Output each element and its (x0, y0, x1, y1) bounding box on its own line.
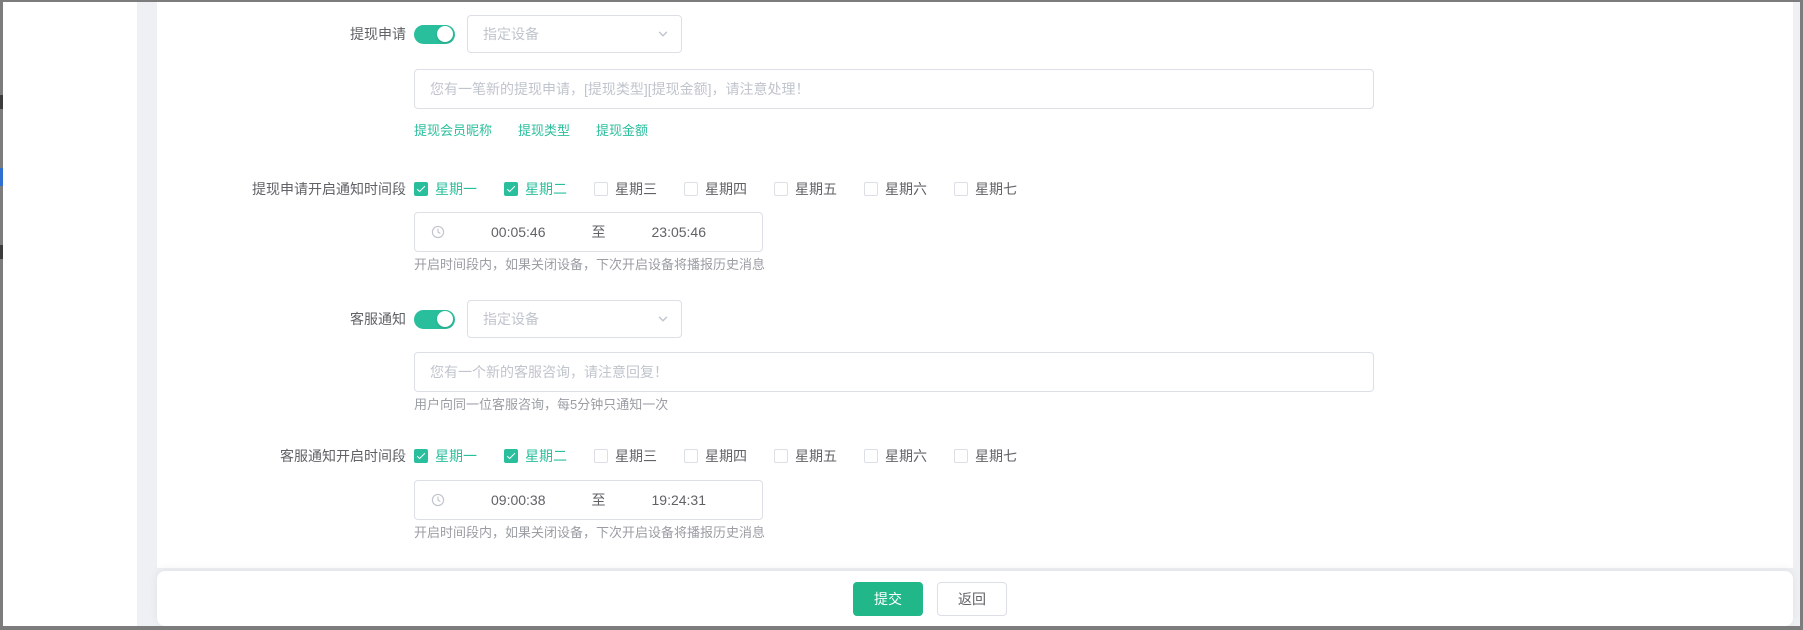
weekday-label: 星期一 (435, 446, 477, 466)
weekday-checkbox-group: 星期一 星期二 星期三 (414, 179, 1044, 199)
weekday-label: 星期二 (525, 446, 567, 466)
service-schedule-label: 客服通知开启时间段 (157, 446, 406, 466)
weekday-label: 星期四 (705, 446, 747, 466)
weekday-checkbox[interactable]: 星期三 (594, 446, 657, 466)
time-end-value[interactable]: 23:05:46 (606, 224, 753, 240)
toggle-knob-icon (437, 26, 453, 42)
service-schedule-row: 客服通知开启时间段 星期一 星期二 (157, 446, 1793, 465)
form-footer-bar: 提交 返回 (157, 571, 1793, 626)
time-separator: 至 (592, 222, 606, 242)
checkbox-icon (954, 449, 968, 463)
weekday-label: 星期六 (885, 179, 927, 199)
weekday-label: 星期五 (795, 446, 837, 466)
withdraw-time-range-picker[interactable]: 00:05:46 至 23:05:46 (414, 212, 763, 252)
settings-form: 提现申请 指定设备 提现会员昵称 提现类型 (157, 2, 1793, 540)
checkbox-icon (594, 182, 608, 196)
withdraw-message-input[interactable] (414, 69, 1374, 109)
weekday-label: 星期五 (795, 179, 837, 199)
weekday-checkbox[interactable]: 星期七 (954, 446, 1017, 466)
withdraw-variable-links: 提现会员昵称 提现类型 提现金额 (414, 121, 1793, 137)
service-notice-label: 客服通知 (157, 309, 406, 329)
checkbox-icon (594, 449, 608, 463)
weekday-label: 星期一 (435, 179, 477, 199)
toggle-knob-icon (437, 311, 453, 327)
clock-icon (431, 493, 445, 507)
weekday-checkbox[interactable]: 星期二 (504, 446, 567, 466)
checkbox-icon (504, 182, 518, 196)
checkbox-icon (414, 449, 428, 463)
insert-variable-link[interactable]: 提现金额 (596, 120, 648, 139)
service-notice-hint: 用户向同一位客服咨询，每5分钟只通知一次 (414, 397, 1793, 412)
checkbox-icon (504, 449, 518, 463)
withdraw-schedule-hint: 开启时间段内，如果关闭设备，下次开启设备将播报历史消息 (414, 257, 1793, 272)
browser-viewport: 提现申请 指定设备 提现会员昵称 提现类型 (3, 2, 1800, 626)
weekday-checkbox[interactable]: 星期三 (594, 179, 657, 199)
service-notice-row: 客服通知 指定设备 (157, 300, 1793, 338)
time-separator: 至 (592, 490, 606, 510)
checkbox-icon (774, 182, 788, 196)
weekday-checkbox[interactable]: 星期四 (684, 179, 747, 199)
time-end-value[interactable]: 19:24:31 (606, 492, 753, 508)
weekday-label: 星期七 (975, 446, 1017, 466)
select-placeholder: 指定设备 (483, 24, 657, 44)
weekday-label: 星期七 (975, 179, 1017, 199)
weekday-checkbox-group: 星期一 星期二 星期三 (414, 446, 1044, 466)
weekday-checkbox[interactable]: 星期六 (864, 179, 927, 199)
weekday-checkbox[interactable]: 星期一 (414, 179, 477, 199)
service-schedule-hint: 开启时间段内，如果关闭设备，下次开启设备将播报历史消息 (414, 525, 1793, 540)
notification-settings-card: 提现申请 指定设备 提现会员昵称 提现类型 (157, 2, 1793, 568)
checkbox-icon (684, 449, 698, 463)
weekday-checkbox[interactable]: 星期六 (864, 446, 927, 466)
weekday-label: 星期二 (525, 179, 567, 199)
checkbox-icon (684, 182, 698, 196)
chevron-down-icon (657, 28, 669, 40)
weekday-checkbox[interactable]: 星期四 (684, 446, 747, 466)
checkbox-icon (414, 182, 428, 196)
weekday-label: 星期三 (615, 446, 657, 466)
weekday-checkbox[interactable]: 星期二 (504, 179, 567, 199)
clock-icon (431, 225, 445, 239)
service-time-range-picker[interactable]: 09:00:38 至 19:24:31 (414, 480, 763, 520)
service-message-input[interactable] (414, 352, 1374, 392)
time-start-value[interactable]: 00:05:46 (445, 224, 592, 240)
checkbox-icon (774, 449, 788, 463)
weekday-checkbox[interactable]: 星期一 (414, 446, 477, 466)
withdraw-notice-toggle[interactable] (414, 25, 455, 44)
withdraw-schedule-label: 提现申请开启通知时间段 (157, 179, 406, 199)
weekday-label: 星期四 (705, 179, 747, 199)
withdraw-notice-label: 提现申请 (157, 24, 406, 44)
checkbox-icon (864, 449, 878, 463)
weekday-checkbox[interactable]: 星期七 (954, 179, 1017, 199)
service-notice-toggle[interactable] (414, 310, 455, 329)
withdraw-device-select[interactable]: 指定设备 (467, 15, 682, 53)
left-sidebar (3, 2, 137, 626)
withdraw-notice-row: 提现申请 指定设备 (157, 15, 1793, 53)
time-start-value[interactable]: 09:00:38 (445, 492, 592, 508)
weekday-label: 星期三 (615, 179, 657, 199)
chevron-down-icon (657, 313, 669, 325)
select-placeholder: 指定设备 (483, 309, 657, 329)
weekday-checkbox[interactable]: 星期五 (774, 446, 837, 466)
submit-button[interactable]: 提交 (853, 582, 923, 616)
checkbox-icon (954, 182, 968, 196)
checkbox-icon (864, 182, 878, 196)
service-device-select[interactable]: 指定设备 (467, 300, 682, 338)
insert-variable-link[interactable]: 提现类型 (518, 120, 570, 139)
insert-variable-link[interactable]: 提现会员昵称 (414, 120, 492, 139)
back-button[interactable]: 返回 (937, 582, 1007, 616)
weekday-checkbox[interactable]: 星期五 (774, 179, 837, 199)
withdraw-schedule-row: 提现申请开启通知时间段 星期一 星期二 (157, 179, 1793, 198)
weekday-label: 星期六 (885, 446, 927, 466)
